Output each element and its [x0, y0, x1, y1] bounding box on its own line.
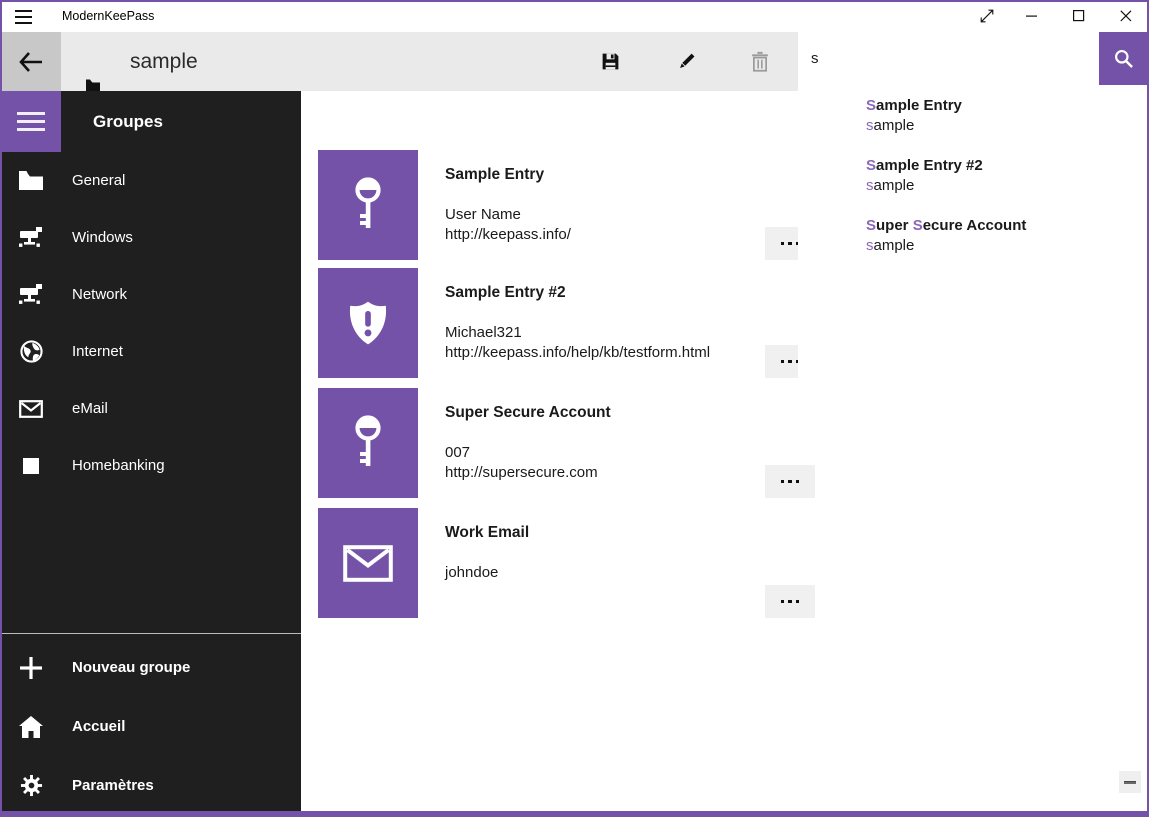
delete-button[interactable]: [730, 32, 790, 91]
suggestion-subtitle: sample: [866, 116, 1147, 136]
close-icon: [1120, 10, 1132, 22]
entry-username: 007: [445, 443, 598, 463]
sidebar-item-new-group[interactable]: Nouveau groupe: [0, 638, 301, 697]
save-button[interactable]: [580, 32, 640, 91]
search-suggestions: Sample Entry sample Sample Entry #2 samp…: [798, 85, 1147, 385]
database-title: sample: [130, 32, 198, 91]
edit-button[interactable]: [656, 32, 716, 91]
folder-icon: [18, 168, 44, 194]
titlebar-menu-icon[interactable]: [15, 9, 33, 23]
key-icon: [350, 176, 386, 234]
minimize-icon: [1026, 10, 1038, 22]
entry-url: http://keepass.info/: [445, 225, 571, 245]
back-button[interactable]: [0, 32, 61, 91]
sidebar-item-label: Windows: [72, 209, 133, 266]
sidebar-item-network[interactable]: Network: [0, 266, 301, 323]
sidebar-item-home[interactable]: Accueil: [0, 697, 301, 756]
entry-details: User Name http://keepass.info/: [445, 205, 571, 245]
sidebar-item-general[interactable]: General: [0, 152, 301, 209]
entry-username: johndoe: [445, 563, 498, 583]
envelope-icon: [18, 396, 44, 422]
maximize-icon: [1073, 10, 1085, 22]
sidebar-item-windows[interactable]: Windows: [0, 209, 301, 266]
sidebar-item-label: Nouveau groupe: [72, 638, 190, 697]
suggestion-item[interactable]: Sample Entry #2 sample: [866, 156, 1147, 216]
suggestion-subtitle: sample: [866, 236, 1147, 256]
minimize-button[interactable]: [1009, 0, 1055, 32]
entry-row: Super Secure Account 007 http://supersec…: [318, 388, 1099, 498]
square-icon: [18, 453, 44, 479]
plus-icon: [18, 655, 44, 681]
suggestion-item[interactable]: Sample Entry sample: [866, 96, 1147, 156]
workstation-icon: [18, 225, 44, 251]
sidebar: Groupes General: [0, 91, 301, 811]
entry-title: Super Secure Account: [445, 403, 611, 423]
entry-tile[interactable]: [318, 388, 418, 498]
entry-details: johndoe: [445, 563, 498, 583]
mail-icon: [343, 545, 393, 582]
trash-icon: [750, 51, 770, 72]
sidebar-item-label: Network: [72, 266, 127, 323]
entry-title: Work Email: [445, 523, 529, 543]
suggestion-title: Sample Entry #2: [866, 156, 1147, 176]
sidebar-item-email[interactable]: eMail: [0, 380, 301, 437]
fullscreen-icon: [980, 9, 994, 23]
window-border: [0, 811, 1149, 817]
entry-details: Michael321 http://keepass.info/help/kb/t…: [445, 323, 710, 363]
suggestion-item[interactable]: Super Secure Account sample: [866, 216, 1147, 276]
search-icon: [1114, 49, 1133, 68]
app-title: ModernKeePass: [62, 0, 154, 32]
sidebar-item-label: Accueil: [72, 697, 125, 756]
search-input[interactable]: [798, 32, 1099, 85]
sidebar-item-label: Internet: [72, 323, 123, 380]
suggestion-title: Sample Entry: [866, 96, 1147, 116]
suggestion-subtitle: sample: [866, 176, 1147, 196]
entry-username: Michael321: [445, 323, 710, 343]
sidebar-item-label: Homebanking: [72, 437, 165, 494]
home-icon: [18, 714, 44, 740]
sidebar-item-label: eMail: [72, 380, 108, 437]
entry-tile[interactable]: [318, 150, 418, 260]
entry-title: Sample Entry #2: [445, 283, 566, 303]
entry-details: 007 http://supersecure.com: [445, 443, 598, 483]
sidebar-item-internet[interactable]: Internet: [0, 323, 301, 380]
sidebar-item-label: Paramètres: [72, 756, 154, 815]
sidebar-item-settings[interactable]: Paramètres: [0, 756, 301, 815]
maximize-button[interactable]: [1056, 0, 1102, 32]
zoom-out-button[interactable]: [1119, 771, 1141, 793]
search-box: [798, 32, 1099, 85]
minus-icon: [1124, 781, 1136, 784]
window-border: [0, 0, 1149, 2]
sidebar-hamburger-button[interactable]: [0, 91, 61, 152]
entry-url: http://keepass.info/help/kb/testform.htm…: [445, 343, 710, 363]
workstation-icon: [18, 282, 44, 308]
entry-tile[interactable]: [318, 268, 418, 378]
entry-more-button[interactable]: [765, 585, 815, 618]
save-icon: [600, 51, 621, 72]
pencil-icon: [676, 51, 697, 72]
close-button[interactable]: [1103, 0, 1149, 32]
search-button[interactable]: [1099, 32, 1147, 85]
gear-icon: [18, 773, 44, 799]
key-icon: [350, 414, 386, 472]
entry-title: Sample Entry: [445, 165, 544, 185]
app-window: ModernKeePass sample: [0, 0, 1149, 817]
globe-icon: [18, 339, 44, 365]
window-border: [0, 0, 2, 817]
shield-icon: [347, 300, 389, 346]
back-arrow-icon: [19, 52, 43, 72]
title-bar: ModernKeePass: [0, 0, 1149, 32]
sidebar-heading: Groupes: [93, 91, 163, 152]
sidebar-footer: Nouveau groupe Accueil: [0, 633, 301, 815]
entry-more-button[interactable]: [765, 465, 815, 498]
entry-username: User Name: [445, 205, 571, 225]
entry-url: http://supersecure.com: [445, 463, 598, 483]
sidebar-item-label: General: [72, 152, 125, 209]
group-list: General Windows: [0, 152, 301, 494]
sidebar-item-homebanking[interactable]: Homebanking: [0, 437, 301, 494]
fullscreen-button[interactable]: [964, 0, 1010, 32]
entry-row: Work Email johndoe: [318, 508, 1099, 618]
suggestion-title: Super Secure Account: [866, 216, 1147, 236]
entry-tile[interactable]: [318, 508, 418, 618]
